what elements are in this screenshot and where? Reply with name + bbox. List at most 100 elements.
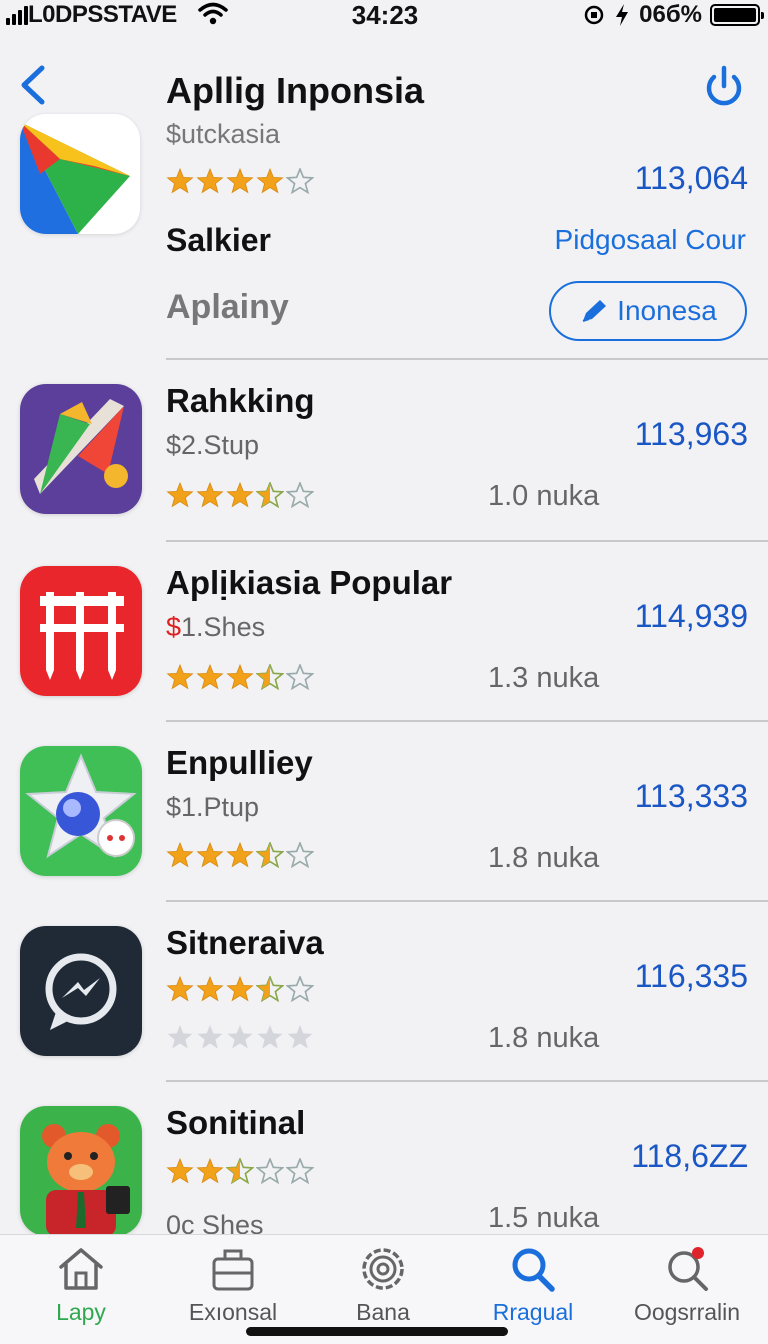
briefcase-icon bbox=[212, 1249, 254, 1291]
app-icon bbox=[20, 926, 142, 1056]
star-icon bbox=[196, 664, 224, 690]
app-rating-stars bbox=[166, 1158, 314, 1184]
star-icon bbox=[286, 1158, 314, 1184]
featured-rating-stars bbox=[166, 168, 314, 194]
list-item[interactable]: Sitneraiva 116,335 1.8 nuka bbox=[0, 920, 768, 1100]
star-icon bbox=[256, 842, 284, 868]
app-store-screen: L0DPSSTAVE 34:23 06б% Apllig Inponsia $u… bbox=[0, 0, 768, 1344]
featured-app-icon[interactable] bbox=[20, 114, 140, 234]
featured-category: Aplainy bbox=[166, 288, 289, 326]
tab-bana[interactable]: Bana bbox=[308, 1245, 458, 1326]
star-icon bbox=[226, 842, 254, 868]
app-price: $1.Shes bbox=[166, 612, 265, 643]
star-icon bbox=[227, 1025, 253, 1049]
status-bar: L0DPSSTAVE 34:23 06б% bbox=[0, 0, 768, 30]
battery-icon bbox=[710, 4, 764, 26]
star-icon bbox=[196, 168, 224, 194]
app-count: 118,6ZZ bbox=[631, 1138, 748, 1174]
star-icon bbox=[226, 168, 254, 194]
divider bbox=[166, 358, 768, 360]
star-icon bbox=[166, 842, 194, 868]
home-icon bbox=[59, 1248, 103, 1290]
app-name: Sitneraiva bbox=[166, 924, 324, 961]
star-icon bbox=[287, 1025, 313, 1049]
featured-app-subtitle: $utckasia bbox=[166, 119, 281, 149]
app-icon bbox=[20, 566, 142, 696]
star-icon bbox=[286, 482, 314, 508]
app-count: 114,939 bbox=[634, 598, 748, 634]
tab-label: Rragual bbox=[492, 1299, 574, 1325]
star-icon bbox=[286, 664, 314, 690]
featured-link[interactable]: Pidgosaal Cour bbox=[555, 224, 746, 256]
tab-label: Bana bbox=[356, 1299, 410, 1325]
star-icon bbox=[166, 664, 194, 690]
pencil-icon bbox=[582, 300, 607, 322]
star-icon bbox=[166, 976, 194, 1002]
featured-app-name: Salkier bbox=[166, 222, 271, 258]
app-price: $2.Stup bbox=[166, 430, 260, 460]
star-icon bbox=[196, 1158, 224, 1184]
app-count: 116,335 bbox=[634, 958, 748, 994]
divider bbox=[166, 900, 768, 902]
star-icon bbox=[226, 664, 254, 690]
app-size: 1.5 nuka bbox=[488, 1202, 600, 1234]
divider bbox=[166, 720, 768, 722]
star-icon bbox=[256, 482, 284, 508]
star-icon bbox=[257, 1025, 283, 1049]
wifi-icon bbox=[198, 2, 228, 25]
star-icon bbox=[166, 1158, 194, 1184]
back-chevron-icon[interactable] bbox=[16, 62, 52, 108]
app-size: 1.3 nuka bbox=[488, 662, 600, 694]
status-time: 34:23 bbox=[351, 0, 419, 30]
carrier-name: L0DPSSTAVE bbox=[28, 1, 177, 28]
app-count: 113,963 bbox=[634, 416, 748, 452]
star-icon bbox=[226, 482, 254, 508]
app-icon bbox=[20, 1106, 142, 1236]
price-symbol: $ bbox=[166, 612, 182, 642]
app-name: Sonitinal bbox=[166, 1104, 306, 1141]
list-item[interactable]: Enpulliey $1.Ptup 113,333 1.8 nuka bbox=[0, 740, 768, 920]
charging-bolt-icon bbox=[616, 4, 629, 26]
star-icon bbox=[226, 976, 254, 1002]
cellular-signal-icon bbox=[6, 6, 28, 25]
tab-lapy[interactable]: Lapy bbox=[6, 1245, 156, 1326]
tab-rragual[interactable]: Rragual bbox=[458, 1245, 608, 1326]
orientation-lock-icon bbox=[584, 5, 604, 25]
power-icon[interactable] bbox=[702, 64, 746, 110]
app-icon bbox=[20, 746, 142, 876]
star-icon bbox=[167, 1025, 193, 1049]
star-icon bbox=[256, 664, 284, 690]
app-rating-stars bbox=[166, 976, 314, 1002]
battery-percentage: 06б% bbox=[639, 1, 702, 28]
star-icon bbox=[196, 482, 224, 508]
app-rating-stars bbox=[166, 664, 314, 690]
app-icon bbox=[20, 384, 142, 514]
tab-label: Lapy bbox=[56, 1299, 106, 1325]
app-rating-stars bbox=[166, 842, 314, 868]
app-name: Rahkking bbox=[166, 382, 315, 419]
search-icon bbox=[512, 1248, 555, 1292]
divider bbox=[166, 540, 768, 542]
app-name: Aplịkiasia Popular bbox=[166, 564, 453, 601]
tab-label: Oogsrralin bbox=[633, 1299, 741, 1325]
star-icon bbox=[166, 482, 194, 508]
featured-action-button[interactable]: Inonesa bbox=[549, 281, 747, 341]
price-value: 1.Shes bbox=[181, 612, 266, 642]
list-item[interactable]: Aplịkiasia Popular $1.Shes 114,939 1.3 n… bbox=[0, 560, 768, 740]
divider bbox=[166, 1080, 768, 1082]
tab-label: Exıonsal bbox=[188, 1299, 278, 1325]
tab-oogsrralin[interactable]: Oogsrralin bbox=[612, 1245, 762, 1326]
search-alert-icon bbox=[668, 1247, 708, 1291]
featured-action-label: Inonesa bbox=[617, 295, 717, 326]
star-icon bbox=[166, 168, 194, 194]
app-name: Enpulliey bbox=[166, 744, 313, 781]
tab-exionsal[interactable]: Exıonsal bbox=[158, 1245, 308, 1326]
star-icon bbox=[286, 168, 314, 194]
star-icon bbox=[286, 842, 314, 868]
app-rating-stars bbox=[166, 482, 314, 508]
app-price: $1.Ptup bbox=[166, 792, 260, 822]
list-item[interactable]: Rahkking $2.Stup 113,963 1.0 nuka bbox=[0, 378, 768, 558]
star-icon bbox=[286, 976, 314, 1002]
app-size: 1.8 nuka bbox=[488, 1022, 600, 1054]
app-size: 1.0 nuka bbox=[488, 480, 600, 512]
